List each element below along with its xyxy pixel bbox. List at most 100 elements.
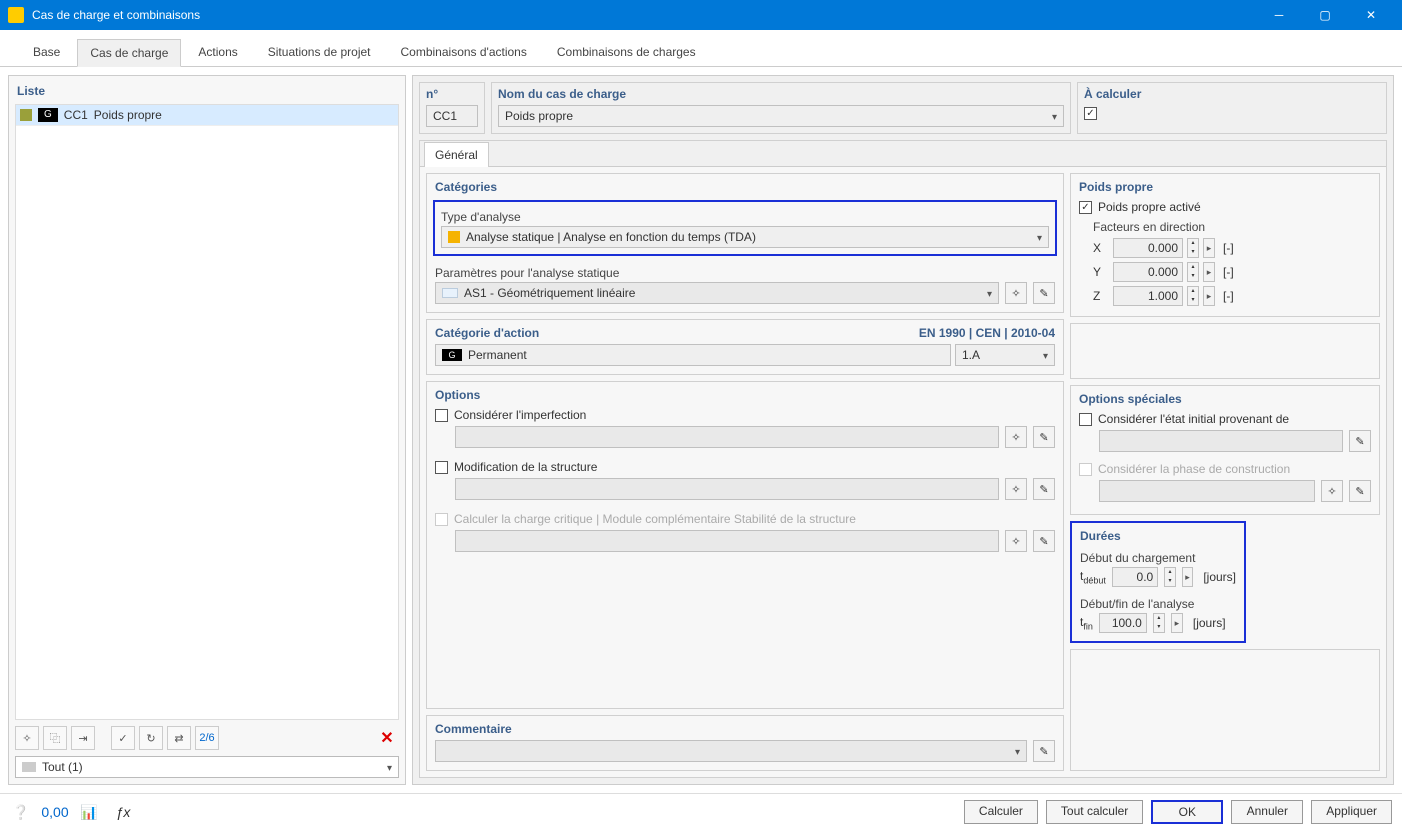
- edit-params-button[interactable]: ✎: [1033, 282, 1055, 304]
- window-title: Cas de charge et combinaisons: [32, 8, 1256, 22]
- right-pane: n° CC1 Nom du cas de charge Poids propre…: [412, 75, 1394, 785]
- chevron-down-icon: [1015, 744, 1020, 758]
- calculate-button[interactable]: Calculer: [964, 800, 1038, 824]
- imperfection-combo[interactable]: [455, 426, 999, 448]
- spinner[interactable]: ▴▾: [1164, 567, 1176, 587]
- copy-button[interactable]: ⿻: [43, 726, 67, 750]
- left-pane: Liste G CC1 Poids propre ✧ ⿻ ⇥ ✓ ↻ ⇄ 2/6…: [8, 75, 406, 785]
- apply-button[interactable]: Appliquer: [1311, 800, 1392, 824]
- critical-combo: [455, 530, 999, 552]
- initial-state-checkbox[interactable]: [1079, 413, 1092, 426]
- structure-mod-checkbox[interactable]: [435, 461, 448, 474]
- tab-cas-de-charge[interactable]: Cas de charge: [77, 39, 181, 67]
- spinner[interactable]: ▴▾: [1187, 262, 1199, 282]
- play-button[interactable]: [1171, 613, 1183, 633]
- list-item[interactable]: G CC1 Poids propre: [16, 105, 398, 126]
- units-icon[interactable]: 0,00: [44, 801, 66, 823]
- calc-checkbox[interactable]: ✓: [1084, 107, 1097, 120]
- name-box: Nom du cas de charge Poids propre: [491, 82, 1071, 134]
- initial-state-combo[interactable]: [1099, 430, 1343, 452]
- static-params-combo[interactable]: AS1 - Géométriquement linéaire: [435, 282, 999, 304]
- tab-base[interactable]: Base: [20, 38, 73, 66]
- t-end-input[interactable]: 100.0: [1099, 613, 1147, 633]
- nom-label: Nom du cas de charge: [498, 87, 1064, 105]
- action-category-section: Catégorie d'action EN 1990 | CEN | 2010-…: [426, 319, 1064, 375]
- help-icon[interactable]: ❔: [10, 801, 32, 823]
- color-swatch-icon: [20, 109, 32, 121]
- name-combo[interactable]: Poids propre: [498, 105, 1064, 127]
- spinner[interactable]: ▴▾: [1153, 613, 1165, 633]
- loadcase-list[interactable]: G CC1 Poids propre: [15, 104, 399, 720]
- cancel-button[interactable]: Annuler: [1231, 800, 1303, 824]
- minimize-button[interactable]: ─: [1256, 0, 1302, 30]
- play-button[interactable]: [1182, 567, 1194, 587]
- close-button[interactable]: ✕: [1348, 0, 1394, 30]
- loadcase-name: Poids propre: [94, 108, 162, 122]
- list-header: Liste: [15, 82, 399, 104]
- tab-general[interactable]: Général: [424, 142, 489, 167]
- durations-section: Durées Début du chargement tdébut 0.0 ▴▾…: [1070, 521, 1246, 643]
- imperfection-checkbox[interactable]: [435, 409, 448, 422]
- params-swatch-icon: [442, 288, 458, 298]
- spinner[interactable]: ▴▾: [1187, 286, 1199, 306]
- maximize-button[interactable]: ▢: [1302, 0, 1348, 30]
- categories-section: Catégories Type d'analyse Analyse statiq…: [426, 173, 1064, 313]
- function-icon[interactable]: ƒx: [112, 801, 134, 823]
- refresh-button[interactable]: ↻: [139, 726, 163, 750]
- spacer-1: [1070, 323, 1380, 379]
- comment-edit-button[interactable]: ✎: [1033, 740, 1055, 762]
- structure-new-button[interactable]: ✧: [1005, 478, 1027, 500]
- play-button[interactable]: [1203, 286, 1215, 306]
- analysis-type-combo[interactable]: Analyse statique | Analyse en fonction d…: [441, 226, 1049, 248]
- new-button[interactable]: ✧: [15, 726, 39, 750]
- delete-button[interactable]: ✕: [375, 726, 399, 750]
- t-end-symbol: tfin: [1080, 615, 1093, 631]
- tab-actions[interactable]: Actions: [185, 38, 250, 66]
- calc-label: À calculer: [1084, 87, 1380, 105]
- spacer-2: [1070, 649, 1380, 771]
- t-start-input[interactable]: 0.0: [1112, 567, 1158, 587]
- imperfection-new-button[interactable]: ✧: [1005, 426, 1027, 448]
- factor-y-input[interactable]: 0.000: [1113, 262, 1183, 282]
- selfweight-checkbox[interactable]: ✓: [1079, 201, 1092, 214]
- tab-comb-charges[interactable]: Combinaisons de charges: [544, 38, 709, 66]
- tab-situations[interactable]: Situations de projet: [255, 38, 384, 66]
- comment-combo[interactable]: [435, 740, 1027, 762]
- action-category-combo[interactable]: G Permanent: [435, 344, 951, 366]
- action-code-combo[interactable]: 1.A: [955, 344, 1055, 366]
- left-toolbar: ✧ ⿻ ⇥ ✓ ↻ ⇄ 2/6 ✕: [15, 720, 399, 750]
- calculate-all-button[interactable]: Tout calculer: [1046, 800, 1143, 824]
- ok-button[interactable]: OK: [1151, 800, 1223, 824]
- factor-x-row: X 0.000 ▴▾ [-]: [1079, 236, 1371, 260]
- link-button[interactable]: ⇄: [167, 726, 191, 750]
- check-button[interactable]: ✓: [111, 726, 135, 750]
- footer: ❔ 0,00 📊 ƒx Calculer Tout calculer OK An…: [0, 793, 1402, 830]
- t-start-symbol: tdébut: [1080, 569, 1106, 585]
- initial-state-edit-button[interactable]: ✎: [1349, 430, 1371, 452]
- structure-combo[interactable]: [455, 478, 999, 500]
- spinner[interactable]: ▴▾: [1187, 238, 1199, 258]
- imperfection-edit-button[interactable]: ✎: [1033, 426, 1055, 448]
- n-value-field[interactable]: CC1: [426, 105, 478, 127]
- new-params-button[interactable]: ✧: [1005, 282, 1027, 304]
- structure-edit-button[interactable]: ✎: [1033, 478, 1055, 500]
- factor-z-row: Z 1.000 ▴▾ [-]: [1079, 284, 1371, 308]
- factor-x-input[interactable]: 0.000: [1113, 238, 1183, 258]
- insert-button[interactable]: ⇥: [71, 726, 95, 750]
- chevron-down-icon: [1043, 348, 1048, 362]
- tab-comb-actions[interactable]: Combinaisons d'actions: [388, 38, 540, 66]
- standard-label: EN 1990 | CEN | 2010-04: [919, 326, 1055, 340]
- chart-icon[interactable]: 📊: [78, 801, 100, 823]
- number-button[interactable]: 2/6: [195, 726, 219, 750]
- titlebar: Cas de charge et combinaisons ─ ▢ ✕: [0, 0, 1402, 30]
- special-options-section: Options spéciales Considérer l'état init…: [1070, 385, 1380, 515]
- critical-checkbox: [435, 513, 448, 526]
- critical-edit-button: ✎: [1033, 530, 1055, 552]
- chevron-down-icon: [387, 760, 392, 774]
- analysis-color-icon: [448, 231, 460, 243]
- play-button[interactable]: [1203, 262, 1215, 282]
- loadcase-code: CC1: [64, 108, 88, 122]
- factor-z-input[interactable]: 1.000: [1113, 286, 1183, 306]
- filter-combo[interactable]: Tout (1): [15, 756, 399, 778]
- play-button[interactable]: [1203, 238, 1215, 258]
